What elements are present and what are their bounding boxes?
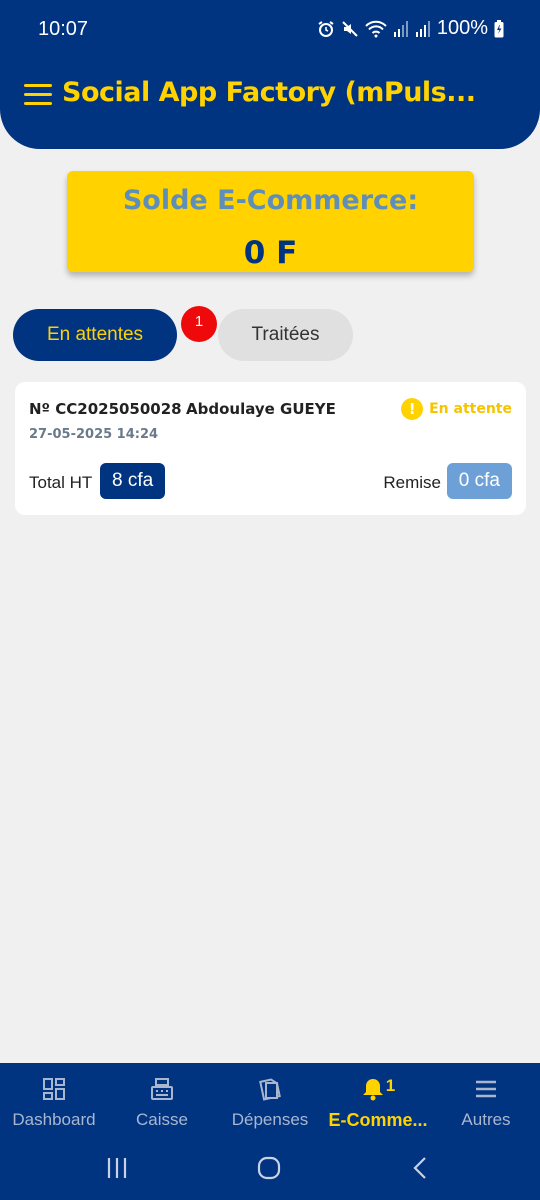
nav-label-dashboard: Dashboard [12, 1110, 96, 1129]
tab-processed[interactable]: Traitées [218, 309, 353, 361]
back-icon[interactable] [410, 1156, 430, 1180]
tab-pending[interactable]: En attentes [13, 309, 177, 361]
status-icons: 100% [317, 17, 504, 40]
order-status: ! En attente [401, 398, 512, 420]
nav-label-depenses: Dépenses [231, 1110, 309, 1129]
order-customer: Abdoulaye GUEYE [186, 400, 336, 418]
home-icon[interactable] [257, 1156, 281, 1180]
menu-icon [476, 1080, 496, 1098]
balance-value: 0 F [243, 235, 298, 271]
nav-item-dashboard[interactable]: Dashboard [0, 1075, 108, 1137]
status-time: 10:07 [38, 18, 89, 40]
signal-icon [415, 20, 430, 37]
app-header: 10:07 100% Social App Factory (mPuls... [0, 0, 540, 149]
alarm-icon [318, 20, 334, 37]
bell-icon [362, 1079, 383, 1101]
total-ht-label: Total HT [29, 473, 93, 492]
nav-label-ecommerce: E-Comme... [328, 1110, 428, 1130]
warning-icon: ! [401, 398, 424, 420]
battery-icon [494, 19, 504, 37]
nav-label-caisse: Caisse [136, 1110, 188, 1129]
nav-item-caisse[interactable]: Caisse [108, 1075, 216, 1137]
nav-item-ecommerce[interactable]: 1 E-Comme... [324, 1075, 432, 1137]
tab-processed-label: Traitées [251, 324, 320, 345]
remise-label: Remise [383, 473, 441, 492]
cash-register-icon [151, 1078, 173, 1100]
ecommerce-balance-card: Solde E-Commerce: 0 F [67, 171, 474, 272]
order-number: Nº CC2025050028 [29, 400, 182, 418]
pending-count-badge: 1 [181, 306, 217, 342]
battery-level: 100% [436, 17, 488, 39]
mute-icon [342, 20, 358, 37]
balance-label: Solde E-Commerce: [122, 185, 419, 216]
wifi-icon [365, 20, 387, 37]
order-date: 27-05-2025 14:24 [29, 427, 159, 442]
nav-item-autres[interactable]: Autres [432, 1075, 540, 1137]
total-ht-value: 8 cfa [100, 463, 166, 499]
nav-label-autres: Autres [461, 1110, 511, 1129]
ecommerce-badge: 1 [385, 1076, 396, 1095]
status-bar: 10:07 100% [0, 0, 540, 60]
order-status-label: En attente [429, 401, 512, 417]
order-card[interactable]: Nº CC2025050028 Abdoulaye GUEYE 27-05-20… [15, 382, 526, 515]
remise-value: 0 cfa [446, 463, 512, 499]
expenses-icon [259, 1078, 281, 1101]
tab-pending-label: En attentes [46, 324, 144, 345]
system-navigation-bar [0, 1140, 540, 1200]
dashboard-icon [43, 1078, 65, 1100]
hamburger-menu-icon[interactable] [24, 84, 52, 108]
page-title: Social App Factory (mPuls... [62, 77, 476, 108]
signal-icon [393, 20, 408, 37]
nav-item-depenses[interactable]: Dépenses [216, 1075, 324, 1137]
recent-apps-icon[interactable] [106, 1156, 128, 1180]
